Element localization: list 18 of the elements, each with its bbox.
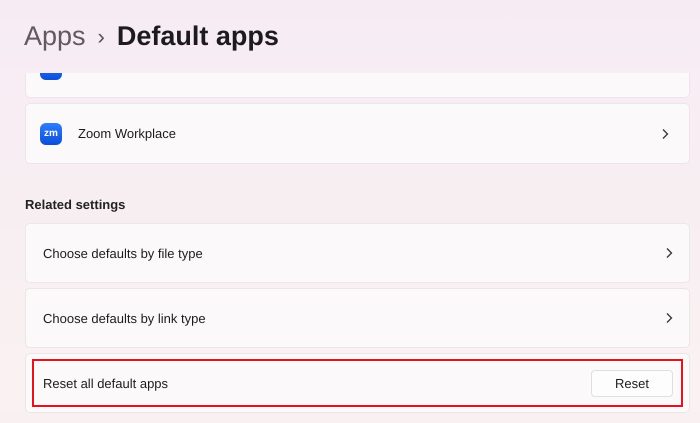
setting-label: Choose defaults by file type <box>43 246 204 260</box>
app-row[interactable] <box>25 73 690 98</box>
breadcrumb-separator: › <box>98 24 105 50</box>
page-title: Default apps <box>116 21 279 52</box>
chevron-right-icon <box>661 128 669 140</box>
chevron-right-icon <box>665 312 673 324</box>
breadcrumb-link[interactable]: Apps <box>24 21 86 52</box>
chevron-right-icon <box>665 247 673 259</box>
app-name: Zoom Workplace <box>78 126 178 141</box>
setting-row[interactable]: Reset all default apps Reset <box>25 353 690 413</box>
app-icon: zm <box>40 122 62 144</box>
setting-label: Reset all default apps <box>43 376 170 390</box>
reset-button[interactable]: Reset <box>591 370 673 396</box>
setting-label: Choose defaults by link type <box>43 310 207 326</box>
section-heading: Related settings <box>25 197 126 212</box>
app-row[interactable]: zm Zoom Workplace <box>25 103 690 164</box>
setting-row[interactable]: Choose defaults by file type <box>25 223 690 283</box>
setting-row[interactable]: Choose defaults by link type <box>25 288 690 348</box>
